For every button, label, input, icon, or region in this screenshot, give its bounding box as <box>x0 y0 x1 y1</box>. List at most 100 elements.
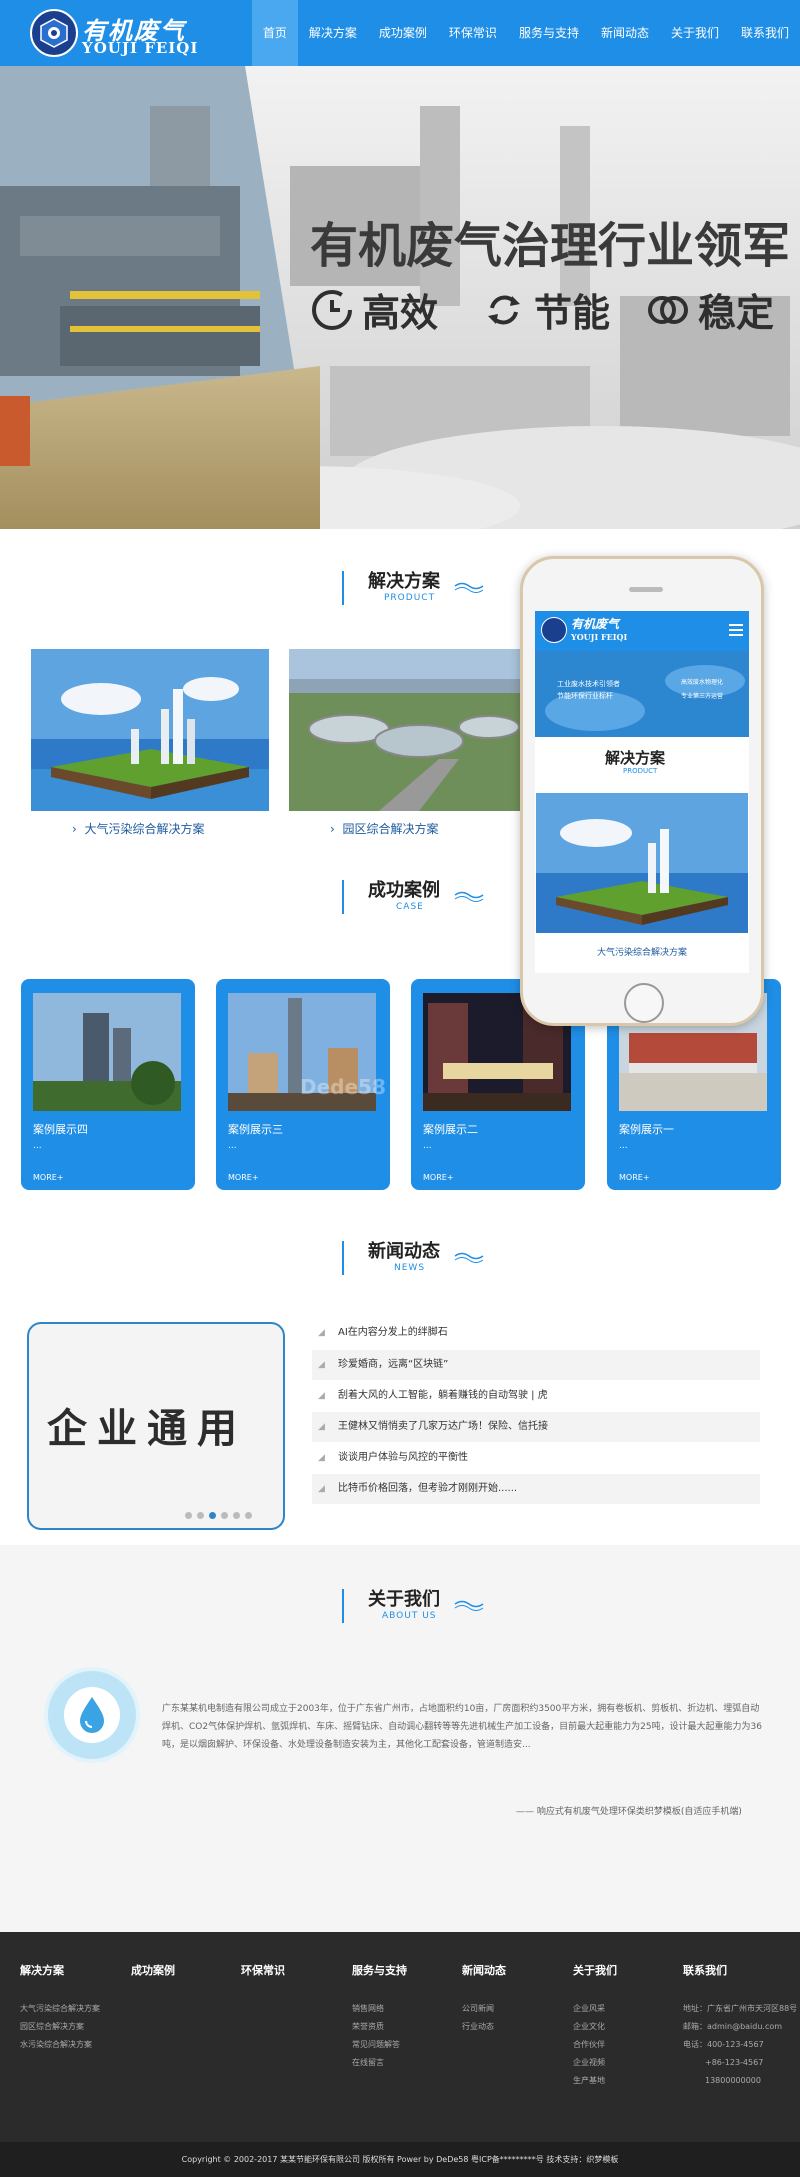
footer-link[interactable]: 常见问题解答 <box>352 2036 407 2054</box>
heading-bar <box>342 880 344 914</box>
footer-link[interactable]: 企业文化 <box>573 2018 617 2036</box>
solution-card-1[interactable] <box>31 649 269 811</box>
news-item-title: 王健林又悄悄卖了几家万达广场！保险、信托接 <box>338 1421 548 1432</box>
footer-link[interactable]: 大气污染综合解决方案 <box>20 2000 100 2018</box>
phone-logo-en: YOUJI FEIQI <box>571 632 628 642</box>
about-more-link[interactable]: —— 响应式有机废气处理环保类织梦模板(自适应手机端) <box>516 1804 742 1817</box>
solution-image-2 <box>289 649 527 811</box>
case-more-1[interactable]: MORE+ <box>619 1173 650 1182</box>
copyright-bar: Copyright © 2002-2017 某某节能环保有限公司 版权所有 Po… <box>0 2142 800 2177</box>
solutions-subtitle: PRODUCT <box>384 593 436 603</box>
wave-icon <box>454 1252 484 1263</box>
slider-dot[interactable] <box>221 1512 228 1519</box>
site-logo[interactable]: 有机废气 YOUJI FEIQI <box>30 9 197 59</box>
menu-icon[interactable] <box>729 624 743 636</box>
phone-banner-text4: 专业第三方运营 <box>681 693 724 700</box>
footer-col-title[interactable]: 服务与支持 <box>352 1962 407 1978</box>
footer-col-title[interactable]: 联系我们 <box>683 1962 797 1978</box>
water-drop-icon <box>80 1697 104 1733</box>
case-title-1: 案例展示一 <box>619 1123 674 1136</box>
bullet-icon: ◢ <box>318 1328 325 1338</box>
footer-col-contact: 联系我们 地址：广东省广州市天河区88号 邮箱：admin@baidu.com … <box>683 1962 797 2090</box>
nav-knowledge[interactable]: 环保常识 <box>438 0 508 66</box>
nav-contact[interactable]: 联系我们 <box>730 0 800 66</box>
home-button[interactable] <box>624 983 664 1023</box>
phone-logo-icon <box>541 617 567 643</box>
wave-icon <box>454 1600 484 1611</box>
phone-section-subtitle: PRODUCT <box>623 767 658 775</box>
footer-col-title[interactable]: 成功案例 <box>131 1962 175 1978</box>
phone-banner-text1: 工业废水技术引领者 <box>557 680 620 688</box>
footer-link[interactable]: 企业风采 <box>573 2000 617 2018</box>
nav-cases[interactable]: 成功案例 <box>368 0 438 66</box>
news-title: 新闻动态 <box>368 1241 440 1262</box>
refresh-icon <box>488 295 520 324</box>
case-more-2[interactable]: MORE+ <box>423 1173 454 1182</box>
slider-dot[interactable] <box>185 1512 192 1519</box>
about-description: 广东某某机电制造有限公司成立于2003年，位于广东省广州市，占地面积约10亩，厂… <box>162 1704 763 1750</box>
footer-col-about: 关于我们 企业风采 企业文化 合作伙伴 企业视频 生产基地 <box>573 1962 617 2090</box>
news-item[interactable]: ◢ AI在内容分发上的绊脚石 <box>312 1318 760 1348</box>
contact-phone-2: +86-123-4567 <box>705 2058 764 2067</box>
footer-link[interactable]: 生产基地 <box>573 2072 617 2090</box>
footer-link[interactable]: 行业动态 <box>462 2018 506 2036</box>
solution-caption-1-text: 大气污染综合解决方案 <box>84 822 205 836</box>
footer-link[interactable]: 公司新闻 <box>462 2000 506 2018</box>
footer-col-title[interactable]: 环保常识 <box>241 1962 285 1978</box>
nav-about[interactable]: 关于我们 <box>660 0 730 66</box>
slider-dot-active[interactable] <box>209 1512 216 1519</box>
news-slider[interactable]: 企业通用 <box>27 1322 285 1530</box>
phone-caption[interactable]: 大气污染综合解决方案 <box>535 945 749 958</box>
phone-section-title: 解决方案 <box>605 749 666 767</box>
footer-link[interactable]: 在线留言 <box>352 2054 407 2072</box>
case-card-4[interactable]: 案例展示四 ... MORE+ <box>21 979 195 1190</box>
news-item[interactable]: ◢ 比特币价格回落，但考验才刚刚开始...... <box>312 1474 760 1504</box>
solution-caption-2[interactable]: › 园区综合解决方案 <box>330 820 438 837</box>
solution-caption-2-text: 园区综合解决方案 <box>342 822 439 836</box>
cases-heading: 成功案例 CASE <box>340 876 500 920</box>
nav-service[interactable]: 服务与支持 <box>508 0 590 66</box>
feature-efficient: 高效 <box>310 282 438 337</box>
bullet-icon: ◢ <box>318 1360 325 1370</box>
news-item[interactable]: ◢ 珍爱婚商，远离“区块链” <box>312 1350 760 1380</box>
slider-dot[interactable] <box>233 1512 240 1519</box>
news-item[interactable]: ◢ 王健林又悄悄卖了几家万达广场！保险、信托接 <box>312 1412 760 1442</box>
footer-col-title[interactable]: 关于我们 <box>573 1962 617 1978</box>
nav-solutions[interactable]: 解决方案 <box>298 0 368 66</box>
solution-card-2[interactable] <box>289 649 527 811</box>
footer-col-cases: 成功案例 <box>131 1962 175 2000</box>
phone-banner-text3: 高效废水物理化 <box>681 679 724 686</box>
logo-text-en: YOUJI FEIQI <box>82 39 199 57</box>
footer-link[interactable]: 园区综合解决方案 <box>20 2018 100 2036</box>
nav-news[interactable]: 新闻动态 <box>590 0 660 66</box>
footer-link[interactable]: 荣誉资质 <box>352 2018 407 2036</box>
case-more-3[interactable]: MORE+ <box>228 1173 259 1182</box>
footer-link[interactable]: 企业视频 <box>573 2054 617 2072</box>
news-heading: 新闻动态 NEWS <box>340 1237 500 1281</box>
hero-banner[interactable]: 有机废气治理行业领军 高效 节能 稳定 <box>0 66 800 529</box>
footer-link[interactable]: 水污染综合解决方案 <box>20 2036 100 2054</box>
phone-header: 有机废气 YOUJI FEIQI <box>535 611 749 651</box>
bullet-icon: ◢ <box>318 1422 325 1432</box>
slider-dot[interactable] <box>197 1512 204 1519</box>
contact-phone: 电话：400-123-4567 <box>683 2040 764 2049</box>
rings-icon <box>648 295 688 324</box>
solution-image-1 <box>31 649 269 811</box>
nav-home[interactable]: 首页 <box>251 0 298 66</box>
footer-col-title[interactable]: 解决方案 <box>20 1962 100 1978</box>
case-more-4[interactable]: MORE+ <box>33 1173 64 1182</box>
case-desc-3: ... <box>228 1141 237 1151</box>
news-item[interactable]: ◢ 刮着大风的人工智能，躺着赚钱的自动驾驶 | 虎 <box>312 1381 760 1411</box>
case-title-3: 案例展示三 <box>228 1123 283 1136</box>
slider-dot[interactable] <box>245 1512 252 1519</box>
footer-col-title[interactable]: 新闻动态 <box>462 1962 506 1978</box>
footer-col-solutions: 解决方案 大气污染综合解决方案 园区综合解决方案 水污染综合解决方案 <box>20 1962 100 2054</box>
news-item[interactable]: ◢ 谈谈用户体验与风控的平衡性 <box>312 1443 760 1473</box>
news-item-title: 刮着大风的人工智能，躺着赚钱的自动驾驶 | 虎 <box>338 1390 548 1401</box>
phone-banner-text2: 节能环保行业标杆 <box>557 692 613 700</box>
bullet-icon: ◢ <box>318 1391 325 1401</box>
case-desc-1: ... <box>619 1141 628 1151</box>
footer-link[interactable]: 销售网络 <box>352 2000 407 2018</box>
solution-caption-1[interactable]: › 大气污染综合解决方案 <box>72 820 204 837</box>
footer-link[interactable]: 合作伙伴 <box>573 2036 617 2054</box>
